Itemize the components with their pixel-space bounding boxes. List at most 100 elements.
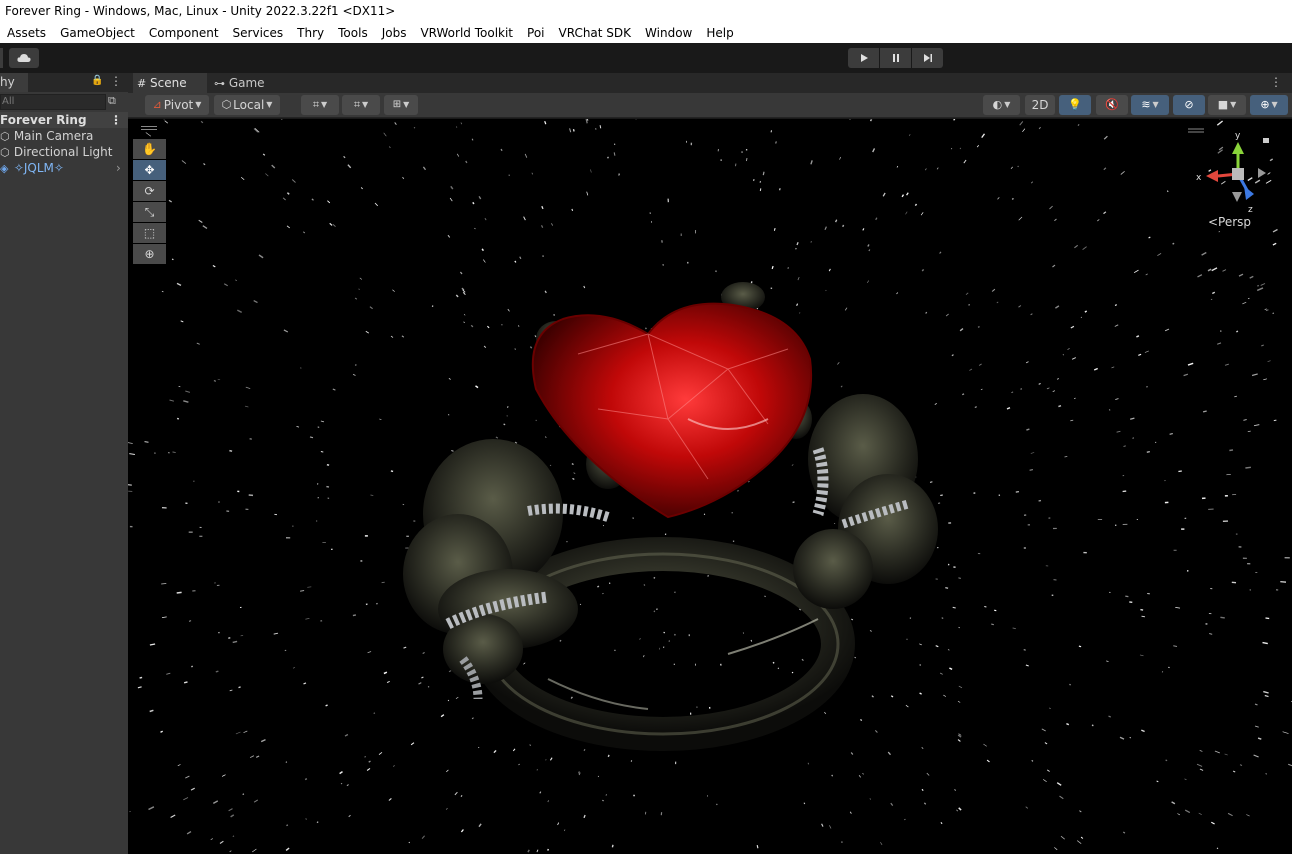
pivot-dropdown[interactable]: ⊿ Pivot ▼ — [145, 95, 209, 115]
menu-window[interactable]: Window — [638, 23, 699, 43]
effects-dropdown[interactable]: ≋ ▼ — [1131, 95, 1169, 115]
menu-component[interactable]: Component — [142, 23, 226, 43]
chevron-down-icon: ▼ — [1230, 100, 1237, 109]
menu-thry[interactable]: Thry — [290, 23, 331, 43]
rect-tool-button[interactable]: ⬚ — [133, 223, 166, 243]
chevron-down-icon: ▼ — [1152, 100, 1159, 109]
gizmo-x-cone[interactable] — [1206, 170, 1218, 182]
more-options-icon[interactable]: ⋮ — [1270, 75, 1282, 89]
menu-vrchat-sdk[interactable]: VRChat SDK — [552, 23, 639, 43]
lock-icon[interactable]: 🔒 — [91, 75, 103, 86]
menu-poi[interactable]: Poi — [520, 23, 551, 43]
grid-icon: # — [137, 77, 147, 90]
layers-icon: ≋ — [1141, 98, 1151, 111]
video-camera-icon: ■ — [1217, 98, 1229, 111]
tab-game[interactable]: ⊶ Game — [212, 73, 265, 93]
scene-toolbar: ⊿ Pivot ▼ ⬡ Local ▼ ⌗ ▼ ⌗ ▼ ⊞ ▼ ◐ ▼ 2D 💡… — [128, 93, 1292, 118]
hierarchy-item-jqlm[interactable]: ◈ ✧JQLM✧ › — [0, 160, 128, 176]
hierarchy-tab[interactable]: hy — [0, 73, 28, 92]
grid-visibility-icon: ⌗ — [353, 98, 361, 111]
chevron-down-icon: ▼ — [195, 100, 202, 109]
eye-hidden-icon: ⊘ — [1184, 98, 1194, 111]
tab-scene[interactable]: # Scene — [133, 73, 207, 93]
gizmo-y-label: y — [1235, 131, 1241, 141]
tool-overlay-handle[interactable] — [141, 126, 157, 130]
gamepad-icon: ⊶ — [214, 77, 225, 90]
cloud-icon — [17, 54, 31, 62]
main-toolbar — [0, 43, 1292, 73]
light-bulb-icon: 💡 — [1068, 98, 1082, 111]
transform-icon: ⊕ — [144, 247, 155, 261]
search-filter-icon[interactable]: ⧉ — [108, 94, 116, 108]
hand-icon: ✋ — [142, 142, 157, 156]
pivot-label: Pivot — [163, 98, 194, 112]
draw-mode-dropdown[interactable]: ◐ ▼ — [983, 95, 1020, 115]
more-options-icon[interactable]: ⋮ — [110, 74, 122, 88]
projection-toggle[interactable]: <Persp — [1208, 215, 1251, 229]
play-button[interactable] — [848, 48, 879, 68]
2d-label: 2D — [1031, 98, 1049, 112]
menu-vrworld-toolkit[interactable]: VRWorld Toolkit — [413, 23, 520, 43]
hierarchy-item-label: ✧JQLM✧ — [13, 161, 64, 175]
hand-tool-button[interactable]: ✋ — [133, 139, 166, 159]
gameobject-icon: ⬡ — [0, 130, 10, 143]
pivot-icon: ⊿ — [152, 98, 162, 111]
grid-visibility-dropdown[interactable]: ⌗ ▼ — [342, 95, 380, 115]
hierarchy-search-input[interactable]: All — [0, 94, 106, 110]
lock-icon[interactable] — [1263, 138, 1269, 143]
chevron-down-icon: ▼ — [266, 100, 273, 109]
gizmo-center-cube[interactable] — [1232, 168, 1244, 180]
increment-snap-icon: ⊞ — [392, 99, 402, 110]
chevron-right-icon[interactable]: › — [116, 160, 121, 176]
grid-snap-dropdown[interactable]: ⌗ ▼ — [301, 95, 339, 115]
cloud-button[interactable] — [9, 48, 39, 68]
gizmos-dropdown[interactable]: ⊕ ▼ — [1250, 95, 1288, 115]
rotate-tool-button[interactable]: ⟳ — [133, 181, 166, 201]
hierarchy-panel: hy 🔒 ⋮ All ⧉ Forever Ring ⋮ ⬡ Main Camer… — [0, 73, 128, 854]
hierarchy-item-main-camera[interactable]: ⬡ Main Camera — [0, 128, 128, 144]
menu-jobs[interactable]: Jobs — [375, 23, 414, 43]
scene-visibility-button[interactable]: ⊘ — [1173, 95, 1205, 115]
scene-name: Forever Ring — [0, 113, 87, 127]
pause-button[interactable] — [880, 48, 911, 68]
toolbar-left-button[interactable] — [0, 48, 3, 68]
scale-tool-button[interactable]: ⤡ — [133, 202, 166, 222]
chevron-down-icon: ▼ — [403, 100, 410, 109]
gizmo-y-cone[interactable] — [1232, 142, 1244, 154]
gizmo-sphere-icon: ⊕ — [1260, 98, 1270, 111]
scene-viewport[interactable]: ✋ ✥ ⟳ ⤡ ⬚ ⊕ y x z <Persp — [128, 119, 1292, 854]
2d-mode-button[interactable]: 2D — [1025, 95, 1055, 115]
menu-services[interactable]: Services — [226, 23, 291, 43]
prefab-icon: ◈ — [0, 162, 9, 175]
hierarchy-item-label: Main Camera — [13, 129, 94, 143]
play-icon — [860, 54, 868, 62]
pause-icon — [892, 54, 899, 62]
local-dropdown[interactable]: ⬡ Local ▼ — [214, 95, 280, 115]
step-icon — [923, 54, 932, 62]
transform-tool-button[interactable]: ⊕ — [133, 244, 166, 264]
audio-toggle-button[interactable]: 🔇 — [1096, 95, 1128, 115]
chevron-down-icon: ▼ — [1004, 100, 1011, 109]
menu-tools[interactable]: Tools — [331, 23, 375, 43]
menu-help[interactable]: Help — [699, 23, 740, 43]
camera-settings-dropdown[interactable]: ■ ▼ — [1208, 95, 1246, 115]
hierarchy-tab-bar: hy 🔒 ⋮ — [0, 73, 128, 92]
menu-gameobject[interactable]: GameObject — [53, 23, 142, 43]
gizmo-z-label: z — [1248, 205, 1253, 215]
scene-more-icon[interactable]: ⋮ — [110, 112, 122, 128]
lighting-toggle-button[interactable]: 💡 — [1059, 95, 1091, 115]
cube-icon: ⬡ — [221, 98, 232, 111]
tab-game-label: Game — [228, 76, 265, 90]
scene-root-row[interactable]: Forever Ring ⋮ — [0, 112, 128, 128]
move-arrows-icon: ✥ — [144, 163, 155, 177]
rotate-icon: ⟳ — [144, 184, 155, 198]
chevron-down-icon: ▼ — [321, 100, 328, 109]
hierarchy-item-directional-light[interactable]: ⬡ Directional Light — [0, 144, 128, 160]
scene-render — [128, 119, 1292, 854]
move-tool-button[interactable]: ✥ — [133, 160, 166, 180]
menu-assets[interactable]: Assets — [0, 23, 53, 43]
step-button[interactable] — [912, 48, 943, 68]
increment-snap-dropdown[interactable]: ⊞ ▼ — [384, 95, 418, 115]
tab-scene-label: Scene — [150, 76, 187, 90]
transform-tools: ✋ ✥ ⟳ ⤡ ⬚ ⊕ — [133, 139, 166, 264]
